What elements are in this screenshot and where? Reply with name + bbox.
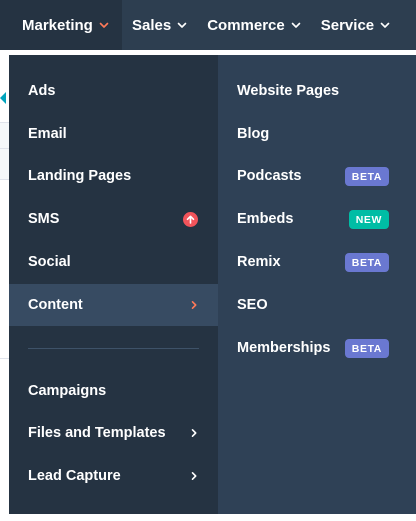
submenu-item-label: Podcasts xyxy=(237,168,302,184)
menu-item-label: Campaigns xyxy=(28,383,107,399)
content-submenu: Website Pages Blog Podcasts BETA Embeds … xyxy=(218,55,416,514)
menu-item-label: Email xyxy=(28,126,67,142)
nav-sales[interactable]: Sales xyxy=(122,0,197,50)
submenu-item-seo[interactable]: SEO xyxy=(218,284,416,326)
submenu-item-label: Blog xyxy=(237,126,270,142)
submenu-item-podcasts[interactable]: Podcasts BETA xyxy=(218,155,416,197)
menu-item-label: Landing Pages xyxy=(28,168,132,184)
submenu-item-label: Website Pages xyxy=(237,83,340,99)
chevron-down-icon xyxy=(99,20,109,30)
chevron-right-icon xyxy=(190,300,198,310)
submenu-item-blog[interactable]: Blog xyxy=(218,113,416,155)
chevron-right-icon xyxy=(190,428,198,438)
submenu-item-label: Memberships xyxy=(237,340,331,356)
chevron-down-icon xyxy=(291,20,301,30)
menu-item-social[interactable]: Social xyxy=(9,241,218,283)
background-caret-icon xyxy=(0,92,6,104)
beta-badge: BETA xyxy=(344,166,389,186)
menu-item-label: SMS xyxy=(28,211,60,227)
menu-item-label: Ads xyxy=(28,83,56,99)
menu-item-label: Files and Templates xyxy=(28,425,166,441)
upgrade-arrow-icon xyxy=(183,211,198,227)
menu-item-label: Social xyxy=(28,254,71,270)
menu-item-landing-pages[interactable]: Landing Pages xyxy=(9,155,218,197)
menu-item-label: Lead Capture xyxy=(28,468,121,484)
nav-marketing[interactable]: Marketing xyxy=(0,0,122,50)
submenu-item-memberships[interactable]: Memberships BETA xyxy=(218,327,416,369)
nav-service-label: Service xyxy=(320,16,375,34)
beta-badge: BETA xyxy=(344,338,389,358)
marketing-menu-primary: Ads Email Landing Pages SMS Social Conte… xyxy=(9,55,218,514)
menu-item-lead-capture[interactable]: Lead Capture xyxy=(9,455,218,497)
nav-service[interactable]: Service xyxy=(311,0,400,50)
menu-item-content[interactable]: Content xyxy=(9,284,218,326)
nav-sales-label: Sales xyxy=(132,16,172,34)
menu-item-label: Content xyxy=(28,297,83,313)
nav-commerce-label: Commerce xyxy=(207,16,285,34)
menu-item-sms[interactable]: SMS xyxy=(9,198,218,240)
submenu-item-remix[interactable]: Remix BETA xyxy=(218,241,416,283)
menu-divider xyxy=(28,348,199,349)
submenu-item-embeds[interactable]: Embeds NEW xyxy=(218,198,416,240)
top-navigation: Marketing Sales Commerce Service xyxy=(0,0,416,50)
nav-marketing-label: Marketing xyxy=(22,16,93,34)
chevron-down-icon xyxy=(177,20,187,30)
chevron-right-icon xyxy=(190,471,198,481)
app-frame: Marketing Sales Commerce Service Ads Ema… xyxy=(0,0,416,521)
nav-commerce[interactable]: Commerce xyxy=(197,0,311,50)
menu-item-campaigns[interactable]: Campaigns xyxy=(9,370,218,412)
menu-item-email[interactable]: Email xyxy=(9,113,218,155)
submenu-item-label: SEO xyxy=(237,297,268,313)
menu-item-ads[interactable]: Ads xyxy=(9,70,218,112)
beta-badge: BETA xyxy=(344,252,389,272)
new-badge: NEW xyxy=(348,209,389,229)
menu-item-files-and-templates[interactable]: Files and Templates xyxy=(9,412,218,454)
submenu-item-label: Embeds xyxy=(237,211,294,227)
submenu-item-label: Remix xyxy=(237,254,281,270)
chevron-down-icon xyxy=(380,20,390,30)
submenu-item-website-pages[interactable]: Website Pages xyxy=(218,70,416,112)
